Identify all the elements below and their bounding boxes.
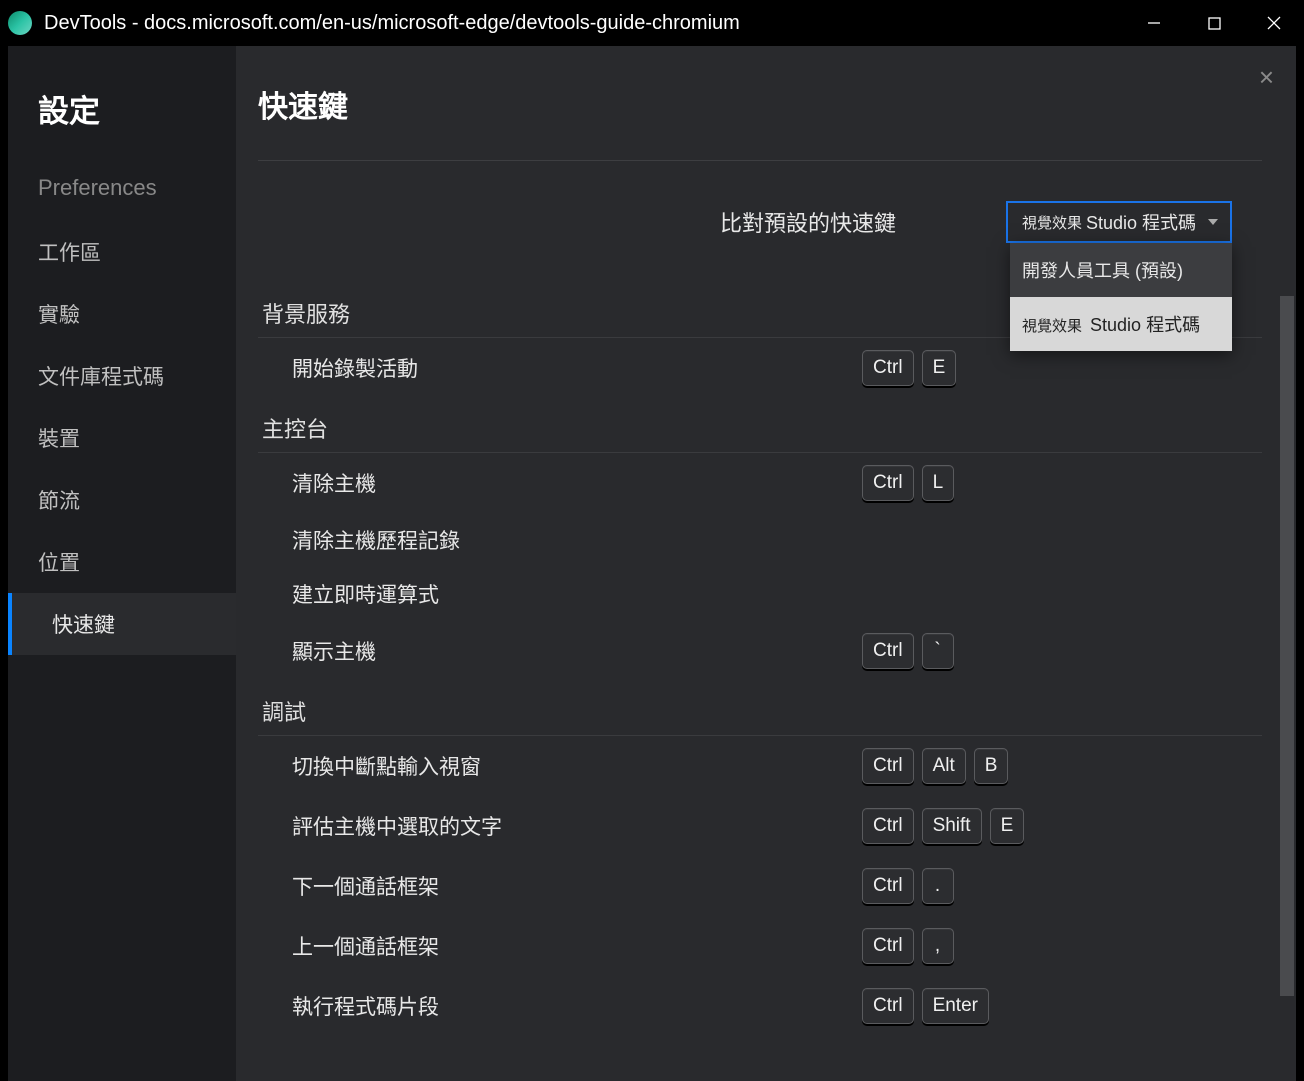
preset-dropdown: 開發人員工具 (預設) 視覺效果 Studio 程式碼 — [1010, 243, 1232, 351]
shortcut-row: 清除主機歷程記錄 — [258, 513, 1262, 567]
close-settings-button[interactable]: × — [1259, 64, 1274, 90]
keycap: , — [922, 928, 954, 964]
shortcut-keys: CtrlAltB — [862, 748, 1262, 784]
keycap: Ctrl — [862, 808, 914, 844]
sidebar-item-5[interactable]: 節流 — [8, 469, 236, 531]
preset-option-devtools[interactable]: 開發人員工具 (預設) — [1010, 243, 1232, 297]
shortcut-row: 切換中斷點輸入視窗CtrlAltB — [258, 736, 1262, 796]
settings-sidebar: 設定 Preferences工作區實驗文件庫程式碼裝置節流位置快速鍵 — [8, 46, 236, 1081]
keycap: Ctrl — [862, 868, 914, 904]
shortcut-label: 執行程式碼片段 — [292, 991, 862, 1021]
shortcut-keys: Ctrl` — [862, 633, 1262, 669]
keycap: Ctrl — [862, 748, 914, 784]
shortcut-keys: Ctrl. — [862, 868, 1262, 904]
preset-select[interactable]: 視覺效果 Studio 程式碼 — [1006, 201, 1232, 243]
settings-main: × 快速鍵 比對預設的快速鍵 視覺效果 Studio 程式碼 開發人員工具 (預… — [236, 46, 1296, 1081]
scrollbar-thumb[interactable] — [1280, 296, 1294, 996]
window-title: DevTools - docs.microsoft.com/en-us/micr… — [44, 12, 1124, 35]
shortcut-row: 顯示主機Ctrl` — [258, 621, 1262, 681]
shortcut-keys: CtrlE — [862, 350, 1262, 386]
shortcut-label: 清除主機歷程記錄 — [292, 525, 862, 555]
window-controls — [1124, 0, 1304, 46]
keycap: Ctrl — [862, 465, 914, 501]
shortcut-row: 執行程式碼片段CtrlEnter — [258, 976, 1262, 1036]
shortcut-keys: CtrlEnter — [862, 988, 1262, 1024]
preset-select-prefix: 視覺效果 — [1022, 212, 1082, 233]
sidebar-item-4[interactable]: 裝置 — [8, 407, 236, 469]
shortcut-label: 建立即時運算式 — [292, 579, 862, 609]
shortcut-label: 切換中斷點輸入視窗 — [292, 751, 862, 781]
shortcut-section: 主控台清除主機CtrlL清除主機歷程記錄建立即時運算式顯示主機Ctrl` — [258, 398, 1262, 681]
keycap: ` — [922, 633, 954, 669]
shortcut-label: 下一個通話框架 — [292, 871, 862, 901]
minimize-button[interactable] — [1124, 0, 1184, 46]
shortcut-keys: CtrlL — [862, 465, 1262, 501]
sidebar-item-0[interactable]: Preferences — [8, 159, 236, 221]
sidebar-item-7[interactable]: 快速鍵 — [8, 593, 236, 655]
shortcut-row: 清除主機CtrlL — [258, 453, 1262, 513]
page-title: 快速鍵 — [258, 82, 1262, 161]
sidebar-item-1[interactable]: 工作區 — [8, 221, 236, 283]
sidebar-item-2[interactable]: 實驗 — [8, 283, 236, 345]
shortcut-label: 開始錄製活動 — [292, 353, 862, 383]
keycap: E — [990, 808, 1025, 844]
keycap: Ctrl — [862, 633, 914, 669]
shortcut-row: 上一個通話框架Ctrl, — [258, 916, 1262, 976]
keycap: Shift — [922, 808, 982, 844]
shortcut-row: 評估主機中選取的文字CtrlShiftE — [258, 796, 1262, 856]
keycap: Enter — [922, 988, 989, 1024]
match-preset-row: 比對預設的快速鍵 視覺效果 Studio 程式碼 開發人員工具 (預設) 視覺效… — [258, 161, 1262, 283]
keycap: L — [922, 465, 955, 501]
title-bar: DevTools - docs.microsoft.com/en-us/micr… — [0, 0, 1304, 46]
keycap: E — [922, 350, 957, 386]
app-icon — [8, 11, 32, 35]
keycap: Ctrl — [862, 988, 914, 1024]
sidebar-item-6[interactable]: 位置 — [8, 531, 236, 593]
shortcut-row: 下一個通話框架Ctrl. — [258, 856, 1262, 916]
sidebar-title: 設定 — [8, 86, 236, 159]
keycap: B — [974, 748, 1009, 784]
keycap: Alt — [922, 748, 966, 784]
chevron-down-icon — [1208, 219, 1218, 225]
section-header: 主控台 — [258, 404, 1262, 453]
maximize-button[interactable] — [1184, 0, 1244, 46]
preset-option-vscode[interactable]: 視覺效果 Studio 程式碼 — [1010, 297, 1232, 351]
preset-select-value: Studio 程式碼 — [1086, 209, 1196, 235]
keycap: . — [922, 868, 954, 904]
shortcut-label: 評估主機中選取的文字 — [292, 811, 862, 841]
shortcut-section: 調試切換中斷點輸入視窗CtrlAltB評估主機中選取的文字CtrlShiftE下… — [258, 681, 1262, 1036]
keycap: Ctrl — [862, 928, 914, 964]
shortcut-keys: Ctrl, — [862, 928, 1262, 964]
shortcut-label: 顯示主機 — [292, 636, 862, 666]
close-button[interactable] — [1244, 0, 1304, 46]
settings-panel: 設定 Preferences工作區實驗文件庫程式碼裝置節流位置快速鍵 × 快速鍵… — [8, 46, 1296, 1081]
shortcut-keys: CtrlShiftE — [862, 808, 1262, 844]
keycap: Ctrl — [862, 350, 914, 386]
match-preset-label: 比對預設的快速鍵 — [720, 206, 896, 238]
section-header: 調試 — [258, 687, 1262, 736]
sidebar-item-3[interactable]: 文件庫程式碼 — [8, 345, 236, 407]
shortcut-label: 上一個通話框架 — [292, 931, 862, 961]
shortcut-label: 清除主機 — [292, 468, 862, 498]
shortcut-row: 建立即時運算式 — [258, 567, 1262, 621]
